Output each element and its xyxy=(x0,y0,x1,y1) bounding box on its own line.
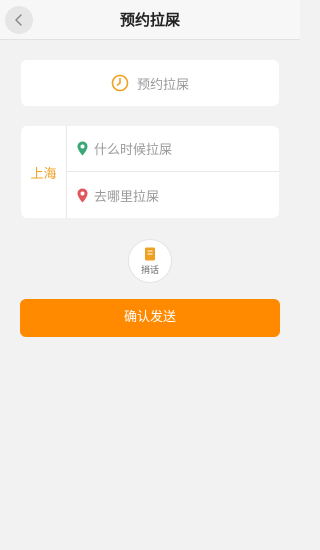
time-selector[interactable]: 预约拉屎 xyxy=(21,60,279,106)
where-field[interactable]: 去哪里拉屎 xyxy=(67,172,279,218)
location-pin-icon xyxy=(77,141,88,156)
address-card: 上海 什么时候拉屎 去哪里拉屎 xyxy=(21,126,279,218)
page-title: 预约拉屎 xyxy=(119,11,180,29)
message-label: 捎话 xyxy=(140,265,159,276)
location-pin-icon xyxy=(77,188,88,202)
message-button[interactable]: 捎话 xyxy=(128,239,172,283)
time-label: 预约拉屎 xyxy=(136,77,189,93)
note-icon xyxy=(145,247,155,260)
where-placeholder: 去哪里拉屎 xyxy=(94,189,160,205)
when-field[interactable]: 什么时候拉屎 xyxy=(67,126,279,172)
clock-icon xyxy=(111,74,129,92)
top-bar: 预约拉屎 xyxy=(0,0,300,40)
confirm-send-button[interactable]: 确认发送 xyxy=(20,299,280,337)
city-selector[interactable]: 上海 xyxy=(21,126,67,218)
when-placeholder: 什么时候拉屎 xyxy=(94,143,173,158)
